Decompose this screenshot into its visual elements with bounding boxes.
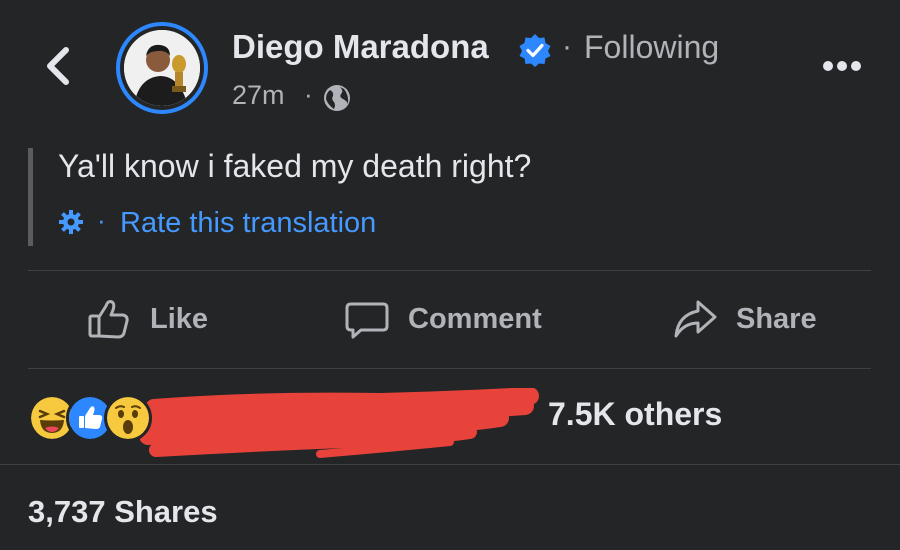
divider — [0, 464, 900, 465]
wow-reaction-icon — [104, 394, 152, 442]
author-name[interactable]: Diego Maradona — [232, 28, 489, 66]
verified-badge-icon — [519, 34, 551, 67]
divider — [28, 368, 871, 369]
comment-bubble-icon — [345, 302, 389, 339]
share-arrow-icon — [674, 300, 717, 338]
gear-icon — [59, 210, 83, 234]
separator-dot: · — [304, 79, 313, 109]
reaction-icons[interactable] — [28, 394, 152, 442]
post-text: Ya'll know i faked my death right? — [58, 148, 532, 184]
author-avatar[interactable] — [116, 22, 208, 114]
more-options-button[interactable] — [818, 56, 866, 76]
comment-button[interactable]: Comment — [344, 290, 542, 348]
divider — [28, 270, 871, 271]
reaction-count[interactable]: 7.5K others — [548, 396, 722, 433]
rate-translation-link[interactable]: Rate this translation — [120, 207, 376, 240]
share-label: Share — [736, 302, 817, 335]
back-arrow-icon — [47, 47, 69, 85]
thumbs-up-icon — [88, 300, 129, 339]
like-button[interactable]: Like — [86, 290, 208, 348]
share-button[interactable]: Share — [672, 290, 817, 348]
like-label: Like — [150, 302, 209, 335]
avatar-image — [124, 30, 200, 106]
post-time[interactable]: 27m — [232, 80, 285, 111]
follow-status[interactable]: Following — [584, 29, 719, 66]
shares-count[interactable]: 3,737 Shares — [28, 494, 218, 530]
more-options-icon — [823, 61, 861, 71]
separator-dot: · — [97, 205, 106, 235]
globe-icon — [324, 85, 350, 111]
comment-label: Comment — [408, 302, 542, 335]
back-button[interactable] — [38, 44, 78, 88]
red-scribble-redaction — [140, 388, 539, 458]
separator-dot: · — [562, 30, 572, 63]
translation-quote-bar — [28, 148, 33, 246]
